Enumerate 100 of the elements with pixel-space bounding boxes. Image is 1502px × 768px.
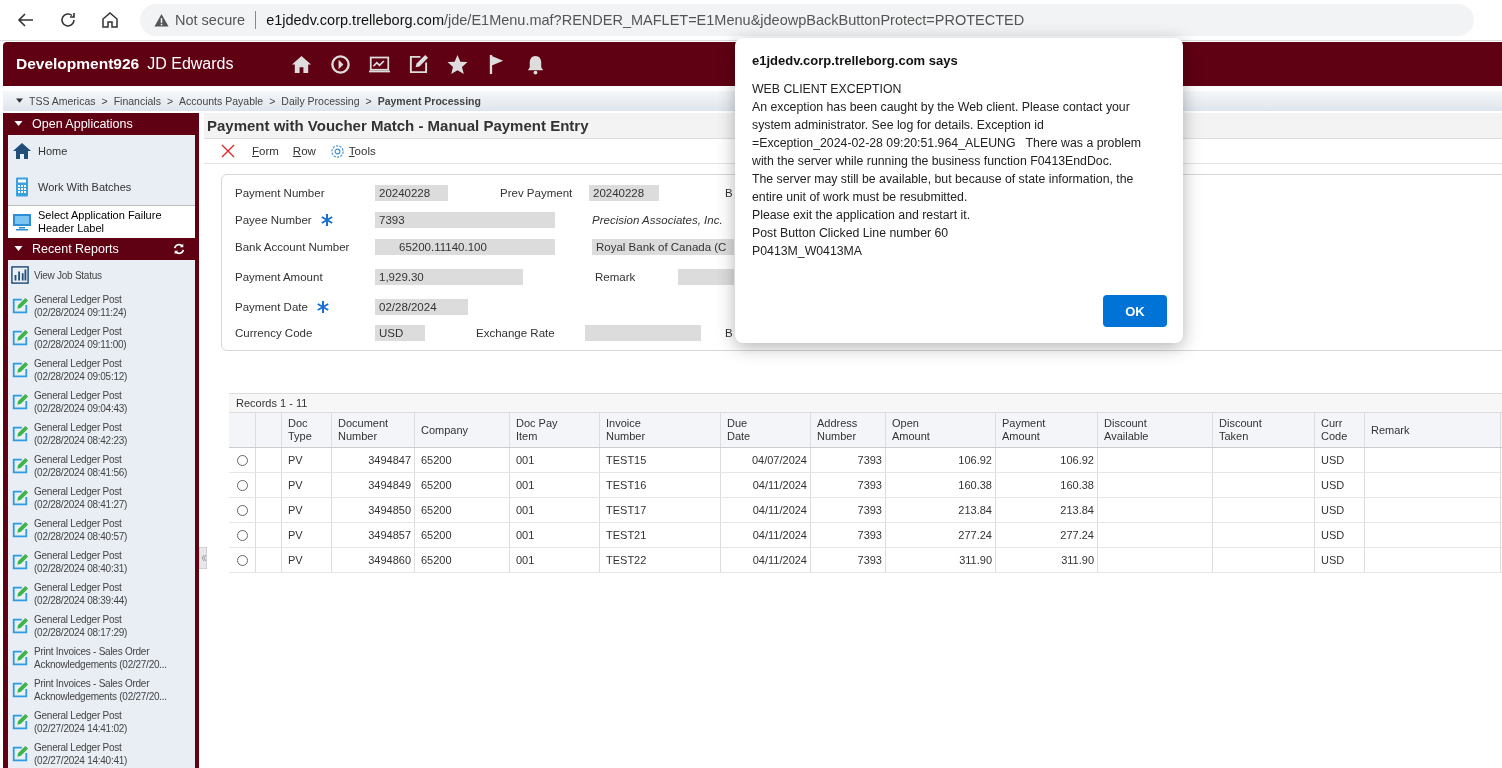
report-item[interactable]: General Ledger Post (02/28/2024 09:11:00) bbox=[8, 322, 195, 354]
open-application-item[interactable]: Work With Batches bbox=[8, 171, 195, 203]
column-header[interactable]: Remark bbox=[1371, 423, 1410, 437]
row-radio[interactable] bbox=[236, 554, 248, 566]
input-field[interactable]: Royal Bank of Canada (C bbox=[592, 239, 734, 255]
table-cell: USD bbox=[1321, 479, 1345, 491]
edit-icon[interactable] bbox=[408, 53, 430, 75]
address-bar[interactable]: Not secure e1jdedv.corp.trelleborg.com/jde/E1Menu.maf?RENDER_MAFLET=E1Menu&jdeowpBackButtonProtect=PROTECTED bbox=[140, 4, 1474, 36]
row-radio[interactable] bbox=[236, 529, 248, 541]
table-cell: 04/11/2024 bbox=[752, 529, 807, 541]
breadcrumb-link[interactable]: Accounts Payable bbox=[179, 95, 264, 107]
table-cell: 277.24 bbox=[958, 529, 992, 541]
report-item[interactable]: General Ledger Post (02/27/2024 14:40:41) bbox=[8, 738, 195, 768]
table-cell: 213.84 bbox=[1060, 504, 1094, 516]
table-cell: USD bbox=[1321, 454, 1345, 466]
input-field[interactable]: 02/28/2024 bbox=[375, 299, 468, 315]
dialog-message: Please exit the application and restart it. bbox=[752, 207, 972, 224]
table-cell: 311.90 bbox=[959, 554, 992, 566]
report-item[interactable]: General Ledger Post (02/28/2024 08:40:57) bbox=[8, 514, 195, 546]
gear-icon[interactable] bbox=[329, 143, 345, 159]
breadcrumb-separator: > bbox=[365, 95, 372, 107]
input-field[interactable]: USD bbox=[375, 325, 425, 341]
report-item[interactable]: General Ledger Post (02/28/2024 09:11:24) bbox=[8, 290, 195, 322]
section-header[interactable]: Recent Reports bbox=[8, 238, 195, 260]
star-icon[interactable] bbox=[447, 53, 469, 75]
column-header[interactable]: Due Date bbox=[727, 417, 762, 443]
report-item[interactable]: General Ledger Post (02/28/2024 09:05:12) bbox=[8, 354, 195, 386]
field-label: B bbox=[725, 187, 733, 199]
menu-item[interactable]: Form bbox=[252, 145, 279, 157]
row-radio[interactable] bbox=[236, 479, 248, 491]
field-label: Prev Payment bbox=[500, 187, 573, 199]
menu-item[interactable]: Tools bbox=[348, 145, 376, 157]
dialog-message: The server may still be available, but because of state information, the bbox=[752, 171, 1135, 188]
menu-item[interactable]: Row bbox=[292, 145, 316, 157]
field-label: B bbox=[725, 327, 733, 339]
edit-icon bbox=[11, 489, 29, 507]
column-header[interactable]: Curr Code bbox=[1321, 417, 1351, 443]
edit-icon bbox=[11, 425, 29, 443]
reload-icon[interactable] bbox=[58, 10, 78, 30]
input-field[interactable]: 20240228 bbox=[375, 185, 448, 201]
field-label: Remark bbox=[595, 271, 636, 283]
table-cell: PV bbox=[288, 479, 303, 491]
breadcrumb-link[interactable]: Daily Processing bbox=[281, 95, 360, 107]
report-item[interactable]: General Ledger Post (02/28/2024 08:40:31) bbox=[8, 546, 195, 578]
field-label: Exchange Rate bbox=[476, 327, 555, 339]
report-item[interactable]: General Ledger Post (02/27/2024 14:41:02) bbox=[8, 706, 195, 738]
column-header[interactable]: Company bbox=[421, 423, 469, 437]
report-item[interactable]: General Ledger Post (02/28/2024 08:17:29) bbox=[8, 610, 195, 642]
column-header[interactable]: Open Amount bbox=[892, 417, 942, 443]
input-field[interactable]: 65200.11140.100 bbox=[375, 239, 555, 255]
column-header[interactable]: Document Number bbox=[338, 417, 398, 443]
input-field[interactable]: 7393 bbox=[375, 212, 555, 228]
open-application-item[interactable]: Select Application Failure Header Label bbox=[8, 205, 195, 238]
report-item[interactable]: General Ledger Post (02/28/2024 08:39:44) bbox=[8, 578, 195, 610]
column-header[interactable]: Address Number bbox=[817, 417, 867, 443]
home-icon[interactable] bbox=[291, 53, 313, 75]
input-field[interactable] bbox=[678, 269, 734, 285]
breadcrumb-separator: > bbox=[101, 95, 108, 107]
ok-button[interactable]: OK bbox=[1103, 295, 1167, 327]
home-icon[interactable] bbox=[100, 10, 120, 30]
report-item[interactable]: General Ledger Post (02/28/2024 08:41:56) bbox=[8, 450, 195, 482]
breadcrumb-link[interactable]: TSS Americas bbox=[29, 95, 96, 107]
product-name: JD Edwards bbox=[147, 55, 234, 73]
dialog-message: with the server while running the business function F0413EndDoc. bbox=[752, 153, 1114, 170]
field-label: Payment Amount bbox=[235, 271, 323, 283]
close-icon[interactable] bbox=[221, 144, 235, 158]
report-item[interactable]: Print Invoices - Sales Order Acknowledgements (02/27/20... bbox=[8, 642, 195, 674]
dialog-message: WEB CLIENT EXCEPTION bbox=[752, 81, 903, 98]
report-item[interactable]: General Ledger Post (02/28/2024 08:41:27) bbox=[8, 482, 195, 514]
table-cell: 106.92 bbox=[958, 454, 992, 466]
url-host: e1jdedv.corp.trelleborg.com bbox=[266, 12, 444, 28]
report-item[interactable]: Print Invoices - Sales Order Acknowledgements (02/27/20... bbox=[8, 674, 195, 706]
section-header[interactable]: Open Applications bbox=[8, 113, 195, 135]
table-cell: 001 bbox=[516, 504, 535, 516]
report-item[interactable]: View Job Status bbox=[8, 260, 195, 290]
refresh-icon[interactable] bbox=[173, 243, 185, 255]
column-header[interactable]: Discount Available bbox=[1104, 417, 1159, 443]
row-radio[interactable] bbox=[236, 454, 248, 466]
edit-icon bbox=[11, 361, 29, 379]
dialog-message: system administrator. See log for details. Exception id bbox=[752, 117, 1045, 134]
column-header[interactable]: Discount Taken bbox=[1219, 417, 1274, 443]
payee-name: Precision Associates, Inc. bbox=[592, 214, 723, 226]
warning-icon bbox=[154, 12, 169, 28]
security-label: Not secure bbox=[175, 12, 246, 28]
report-item[interactable]: General Ledger Post (02/28/2024 09:04:43) bbox=[8, 386, 195, 418]
collapse-handle-icon[interactable] bbox=[199, 547, 207, 569]
column-header[interactable]: Doc Type bbox=[288, 417, 328, 443]
input-field[interactable]: 20240228 bbox=[589, 185, 659, 201]
row-radio[interactable] bbox=[236, 504, 248, 516]
breadcrumb-link[interactable]: Financials bbox=[113, 95, 161, 107]
column-header[interactable]: Payment Amount bbox=[1002, 417, 1052, 443]
report-item[interactable]: General Ledger Post (02/28/2024 08:42:23) bbox=[8, 418, 195, 450]
column-header[interactable]: Invoice Number bbox=[606, 417, 656, 443]
column-header[interactable]: Doc Pay Item bbox=[516, 417, 566, 443]
table-cell: USD bbox=[1321, 504, 1345, 516]
open-application-item[interactable]: Home bbox=[8, 135, 195, 167]
edit-icon bbox=[11, 457, 29, 475]
input-field[interactable]: 1,929.30 bbox=[375, 269, 523, 285]
input-field[interactable] bbox=[585, 325, 701, 341]
dropdown-icon[interactable] bbox=[16, 98, 23, 104]
